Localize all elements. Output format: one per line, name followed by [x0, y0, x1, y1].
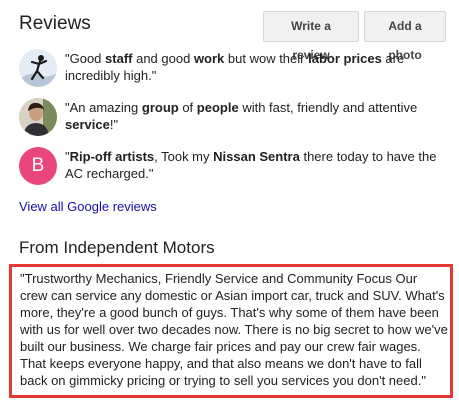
business-description-text: "Trustworthy Mechanics, Friendly Service…: [20, 271, 448, 388]
review-keyword: Rip-off artists: [69, 149, 155, 164]
review-keyword: group: [141, 100, 179, 115]
review-keyword: work: [193, 51, 225, 66]
add-photo-button[interactable]: Add a photo: [364, 11, 446, 62]
write-review-button[interactable]: Write a review: [263, 11, 359, 62]
reviews-panel: Reviews Write a review Add a photo "Good…: [0, 0, 459, 400]
review-keyword: labor prices: [308, 51, 382, 66]
review-text-segment: but wow their: [224, 51, 309, 66]
review-text-segment: with fast, friendly and attentive: [238, 100, 418, 115]
review-text-segment: , Took my: [154, 149, 214, 164]
reviewer-avatar[interactable]: [19, 49, 57, 87]
review-text: "Rip-off artists, Took my Nissan Sentra …: [65, 148, 445, 182]
reviewer-avatar[interactable]: [19, 98, 57, 136]
person-photo-icon: [19, 98, 57, 136]
review-text: "Good staff and good work but wow their …: [65, 50, 445, 84]
reviewer-avatar-letter[interactable]: B: [19, 147, 57, 185]
description-highlight-box: "Trustworthy Mechanics, Friendly Service…: [9, 264, 453, 398]
reviews-title: Reviews: [19, 13, 91, 34]
description-title: From Independent Motors: [19, 238, 215, 257]
review-text-segment: "An amazing: [65, 100, 142, 115]
review-text-segment: !": [109, 117, 119, 132]
review-keyword: service: [65, 117, 110, 132]
review-text-segment: and good: [132, 51, 194, 66]
view-all-reviews-link[interactable]: View all Google reviews: [19, 199, 157, 214]
review-keyword: people: [196, 100, 239, 115]
review-text-segment: "Good: [65, 51, 106, 66]
silhouette-photo-icon: [19, 49, 57, 87]
review-text: "An amazing group of people with fast, f…: [65, 99, 445, 133]
review-keyword: Nissan Sentra: [213, 149, 300, 164]
review-keyword: staff: [105, 51, 133, 66]
review-text-segment: of: [178, 100, 197, 115]
